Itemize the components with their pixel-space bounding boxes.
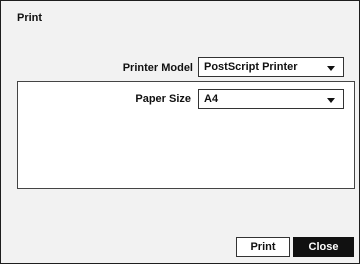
print-button[interactable]: Print: [236, 237, 290, 257]
printer-model-label: Printer Model: [122, 62, 193, 74]
chevron-down-icon: [327, 98, 335, 103]
paper-settings-panel: Paper Size A4: [17, 81, 355, 189]
paper-size-select[interactable]: A4: [198, 89, 344, 109]
dialog-title: Print: [17, 12, 43, 24]
paper-size-value: A4: [204, 93, 219, 105]
printer-model-select[interactable]: PostScript Printer: [198, 57, 344, 77]
close-button[interactable]: Close: [293, 237, 354, 257]
print-dialog: Print Printer Model PostScript Printer P…: [0, 0, 360, 264]
chevron-down-icon: [327, 66, 335, 71]
paper-size-label: Paper Size: [135, 93, 191, 105]
printer-model-value: PostScript Printer: [204, 61, 298, 73]
